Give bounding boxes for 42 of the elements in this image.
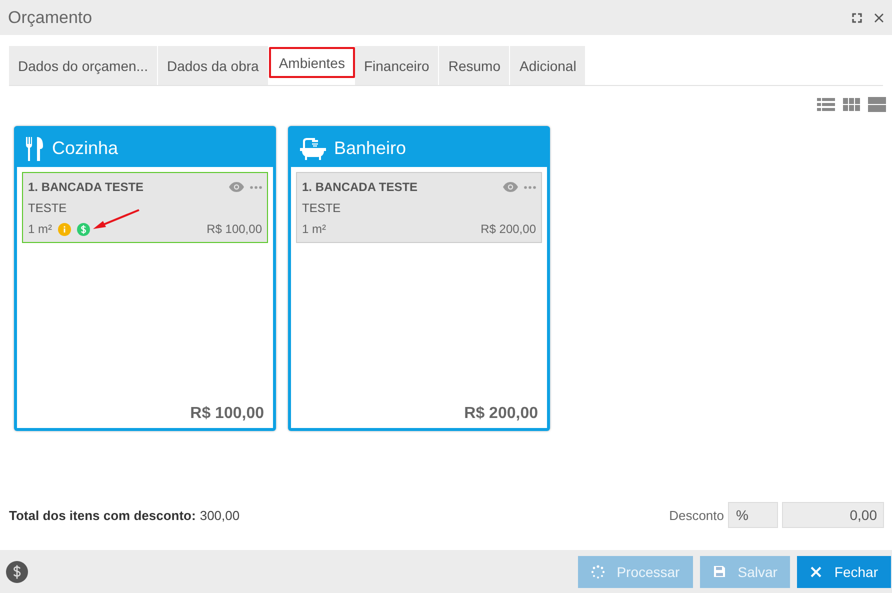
tab[interactable]: Dados da obra [158,46,269,85]
eye-icon[interactable] [229,182,244,192]
arrow-drawing [92,209,140,231]
discount-value-field[interactable]: 0,00 [782,502,884,528]
item-quantity: 1 m² [302,222,326,236]
tab[interactable]: Dados do orçamen... [9,46,158,85]
item-card[interactable]: 1. BANCADA TESTE TESTE 1 m² R$ 100,00 [22,172,268,243]
spinner-icon [590,564,605,578]
close-button[interactable]: Fechar [797,556,891,588]
eye-icon[interactable] [503,182,518,192]
maximize-icon[interactable] [852,12,862,22]
fork-knife-icon [26,136,44,160]
item-title: 1. BANCADA TESTE [28,180,145,194]
discount-label: Desconto [669,508,724,522]
tab[interactable]: Resumo [439,46,510,85]
room-name: Cozinha [52,138,118,159]
total-value: 300,00 [200,508,240,523]
item-price: R$ 100,00 [206,222,262,236]
item-quantity: 1 m² [28,222,52,236]
total-label: Total dos itens com desconto: [9,508,196,523]
tab[interactable]: Adicional [510,46,586,85]
close-icon [810,566,822,578]
room-total: R$ 100,00 [189,405,265,423]
item-description: TESTE [302,201,342,215]
close-icon[interactable] [874,12,884,22]
grid-view-icon[interactable] [843,98,860,111]
item-price: R$ 200,00 [480,222,536,236]
item-title: 1. BANCADA TESTE [302,180,419,194]
more-icon[interactable] [250,186,262,188]
list-view-icon[interactable] [817,98,835,111]
card-view-icon[interactable] [868,97,886,112]
room-name: Banheiro [334,138,406,159]
discount-type-field[interactable]: % [728,502,778,528]
room-total: R$ 200,00 [463,405,539,423]
window-title: Orçamento [8,8,92,28]
bathtub-icon [300,138,326,160]
tab[interactable]: Financeiro [354,46,440,85]
item-card[interactable]: 1. BANCADA TESTE TESTE 1 m² R$ 200,00 [296,172,542,243]
item-description: TESTE [28,201,68,215]
more-icon[interactable] [524,186,536,188]
dollar-icon[interactable] [6,560,28,582]
tab[interactable]: Ambientes [268,47,355,78]
